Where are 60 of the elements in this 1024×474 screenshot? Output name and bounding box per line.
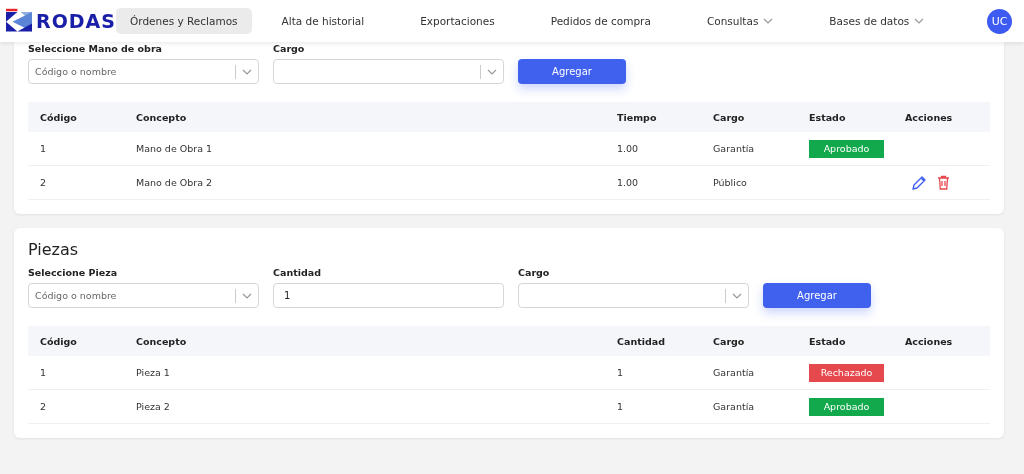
- column-header: Concepto: [136, 335, 188, 347]
- table-cell-text: 2: [40, 401, 48, 412]
- table-cell-text: Garantía: [713, 401, 756, 412]
- field-label: Seleccione Mano de obra: [28, 43, 163, 54]
- nav-item[interactable]: Pedidos de compra: [536, 8, 665, 34]
- nav-item[interactable]: Exportaciones: [406, 8, 509, 34]
- section-title: Piezas: [28, 240, 80, 259]
- chevron-down-icon: [487, 68, 497, 75]
- table-cell-text: 2: [40, 177, 48, 188]
- chevron-down-icon: [763, 18, 774, 24]
- column-header: Estado: [809, 335, 847, 347]
- field-label: Cargo: [273, 43, 306, 54]
- field-label: Cantidad: [273, 267, 322, 278]
- column-header: Estado: [809, 111, 847, 123]
- field-label: Seleccione Pieza: [28, 267, 119, 278]
- select-field[interactable]: [518, 283, 749, 308]
- table-cell-text: Mano de Obra 2: [136, 177, 214, 188]
- user-avatar[interactable]: UC: [987, 8, 1012, 34]
- table-cell-text: Pieza 2: [136, 401, 171, 412]
- input-field[interactable]: 1: [273, 283, 504, 308]
- status-badge: Rechazado: [809, 363, 884, 382]
- select-field[interactable]: [273, 59, 504, 84]
- table-cell-text: 1: [40, 367, 48, 378]
- table-cell-text: Pieza 1: [136, 367, 171, 378]
- nav-item[interactable]: Órdenes y Reclamos: [116, 8, 252, 34]
- table-cell-text: 1: [40, 143, 48, 154]
- column-header: Cantidad: [617, 335, 666, 347]
- column-header: Código: [40, 335, 78, 347]
- table-cell-text: Garantía: [713, 367, 756, 378]
- select-field[interactable]: Código o nombre: [28, 283, 259, 308]
- table-cell-text: Garantía: [713, 143, 756, 154]
- column-header: Acciones: [905, 335, 954, 347]
- status-badge: Aprobado: [809, 139, 884, 158]
- column-header: Código: [40, 111, 78, 123]
- status-badge: Aprobado: [809, 397, 884, 416]
- table-cell-text: Público: [713, 177, 748, 188]
- column-header: Cargo: [713, 111, 746, 123]
- add-button[interactable]: Agregar: [763, 283, 871, 308]
- table-cell-text: 1: [617, 401, 625, 412]
- table-cell-text: Mano de Obra 1: [136, 143, 214, 154]
- field-label: Cargo: [518, 267, 551, 278]
- table-cell-text: 1.00: [617, 143, 640, 154]
- delete-icon[interactable]: [937, 175, 950, 190]
- column-header: Cargo: [713, 335, 746, 347]
- chevron-down-icon: [242, 68, 252, 75]
- nav-item[interactable]: Consultas: [692, 8, 788, 34]
- column-header: Tiempo: [617, 111, 658, 123]
- logo-text: RODAS: [36, 10, 116, 32]
- chevron-down-icon: [914, 18, 925, 24]
- table-cell-text: 1.00: [617, 177, 640, 188]
- column-header: Acciones: [905, 111, 954, 123]
- edit-icon[interactable]: [911, 174, 927, 191]
- chevron-down-icon: [242, 292, 252, 299]
- nav-item[interactable]: Alta de historial: [267, 8, 379, 34]
- nav-item[interactable]: Bases de datos: [815, 8, 939, 34]
- select-field[interactable]: Código o nombre: [28, 59, 259, 84]
- chevron-down-icon: [732, 292, 742, 299]
- column-header: Concepto: [136, 111, 188, 123]
- add-button[interactable]: Agregar: [518, 59, 626, 84]
- table-cell-text: 1: [617, 367, 625, 378]
